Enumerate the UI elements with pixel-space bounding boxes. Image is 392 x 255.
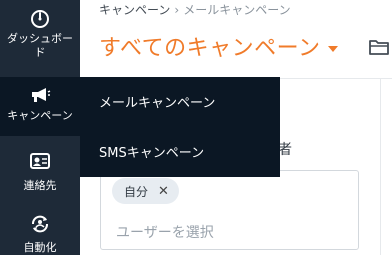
chip-label: 自分 xyxy=(124,184,149,199)
close-icon[interactable]: ✕ xyxy=(158,184,169,199)
folder-icon[interactable] xyxy=(368,37,390,61)
megaphone-icon xyxy=(29,86,51,106)
user-select-placeholder[interactable]: ユーザーを選択 xyxy=(116,222,214,242)
breadcrumb: キャンペーン › メールキャンペーン xyxy=(99,1,291,18)
sidebar: ダッシュボード キャンペーン 連絡先 自動化 xyxy=(0,0,80,255)
sidebar-item-label: 連絡先 xyxy=(23,179,57,192)
sidebar-item-campaigns[interactable]: キャンペーン xyxy=(0,77,80,136)
breadcrumb-current: メールキャンペーン xyxy=(183,3,291,17)
chevron-down-icon[interactable] xyxy=(328,46,338,52)
gauge-icon xyxy=(29,8,51,28)
menu-item-email-campaign[interactable]: メールキャンペーン xyxy=(99,92,215,111)
sidebar-item-contacts[interactable]: 連絡先 xyxy=(0,148,80,198)
selected-user-chip: 自分 ✕ xyxy=(112,178,179,204)
field-label: 者 xyxy=(278,142,292,158)
user-select-input[interactable]: 自分 ✕ ユーザーを選択 xyxy=(100,170,359,250)
menu-item-sms-campaign[interactable]: SMSキャンペーン xyxy=(99,142,204,161)
campaign-type-menu: メールキャンペーン SMSキャンペーン xyxy=(80,77,280,177)
sidebar-item-dashboard[interactable]: ダッシュボード xyxy=(0,4,80,72)
contact-card-icon xyxy=(29,152,51,172)
panel-edge xyxy=(380,78,381,255)
sidebar-item-automation[interactable]: 自動化 xyxy=(0,210,80,255)
sidebar-item-label: ダッシュボード xyxy=(7,32,73,59)
breadcrumb-separator: › xyxy=(174,3,180,17)
breadcrumb-parent[interactable]: キャンペーン xyxy=(99,3,170,17)
sidebar-item-label: キャンペーン xyxy=(7,109,73,122)
sidebar-item-label: 自動化 xyxy=(23,241,57,254)
page-title[interactable]: すべてのキャンペーン xyxy=(99,30,320,62)
automation-icon xyxy=(29,214,51,234)
